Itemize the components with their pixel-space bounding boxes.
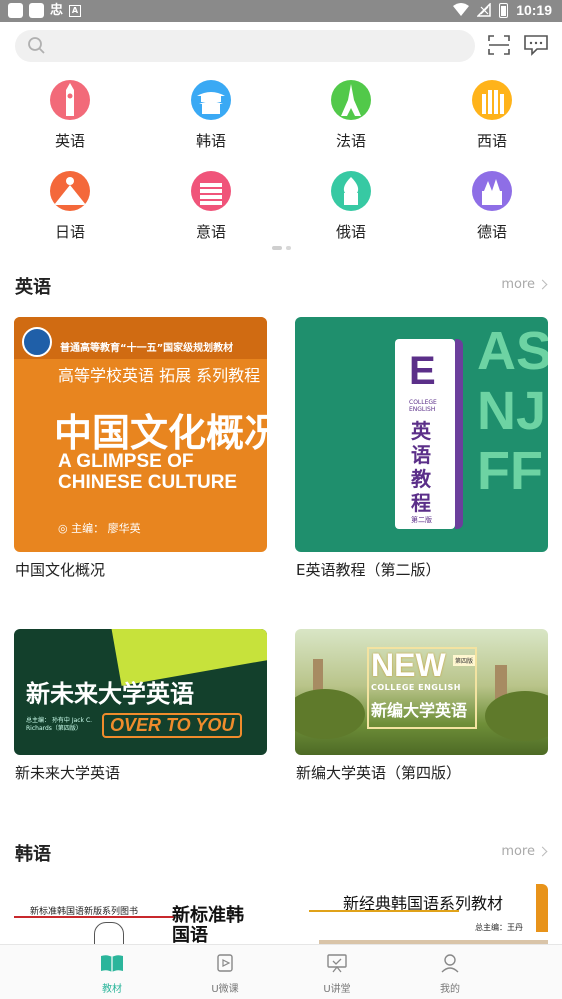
- more-link[interactable]: more: [501, 844, 548, 859]
- colosseum-icon: [191, 171, 231, 211]
- cover-text: 高等学校英语 拓展 系列教程: [58, 366, 261, 385]
- cover-text: COLLEGE ENGLISH: [371, 683, 461, 692]
- language-item-english[interactable]: 英语: [30, 80, 110, 151]
- book-title[interactable]: E英语教程（第二版）: [296, 559, 440, 580]
- book-title[interactable]: 新未来大学英语: [15, 762, 120, 783]
- mount-fuji-icon: [50, 171, 90, 211]
- language-item-russian[interactable]: 俄语: [311, 171, 391, 242]
- language-item-spanish[interactable]: 西语: [452, 80, 532, 151]
- page-dot: [286, 246, 291, 250]
- language-label: 德语: [476, 223, 507, 241]
- cover-title: 英语教程: [411, 419, 431, 515]
- cover-text: 普通高等教育“十一五”国家级规划教材: [60, 343, 234, 354]
- cover-author: 总主编：王丹: [475, 923, 523, 932]
- cover-illustration: [295, 689, 365, 739]
- language-item-french[interactable]: 法语: [311, 80, 391, 151]
- page-dot: [272, 246, 282, 250]
- cover-edition: 第四版: [453, 655, 476, 666]
- clock: 10:19: [516, 2, 552, 18]
- tab-label: U讲堂: [323, 984, 351, 995]
- big-ben-icon: [50, 80, 90, 120]
- onion-dome-icon: [331, 171, 371, 211]
- language-item-german[interactable]: 德语: [452, 171, 532, 242]
- tab-label: U微课: [211, 984, 239, 995]
- search-icon: [28, 37, 45, 54]
- book-cover[interactable]: 新未来大学英语 总主编： 孙有中 Jack C. Richards（第四版） O…: [14, 629, 267, 755]
- lecture-icon: [327, 954, 347, 973]
- language-label: 西语: [476, 132, 507, 150]
- cover-illustration: [485, 691, 548, 741]
- language-label: 俄语: [335, 223, 366, 241]
- language-item-korean[interactable]: 韩语: [171, 80, 251, 151]
- eiffel-tower-icon: [331, 80, 371, 120]
- section-title: 英语: [15, 277, 51, 298]
- profile-icon: [441, 954, 459, 973]
- cover-title: 新未来大学英语: [26, 680, 194, 708]
- cover-author: ◎ 主编： 廖华英: [58, 522, 141, 535]
- cover-stripe: [455, 339, 463, 529]
- cover-text: A GLIMPSE OF: [58, 451, 194, 472]
- page-indicator: [272, 246, 291, 250]
- cover-title: 中国文化概况: [54, 411, 267, 455]
- section-title: 韩语: [15, 844, 51, 865]
- status-bar: 忠 A 10:19: [0, 0, 562, 22]
- scan-icon[interactable]: [487, 34, 511, 56]
- book-title[interactable]: 中国文化概况: [15, 559, 105, 580]
- status-glyph: 忠: [50, 3, 64, 18]
- tab-profile[interactable]: 我的: [410, 953, 490, 995]
- tab-label: 我的: [440, 984, 460, 995]
- status-badge: A: [69, 4, 82, 17]
- cover-panel: E COLLEGE ENGLISH 英语教程 第二版: [395, 339, 463, 529]
- wifi-icon: [453, 3, 470, 16]
- palace-icon: [191, 80, 231, 120]
- tab-textbooks[interactable]: 教材: [72, 953, 152, 995]
- language-label: 意语: [195, 223, 226, 241]
- language-label: 法语: [335, 132, 366, 150]
- cover-text: 总主编： 孙有中 Jack C. Richards（第四版）: [26, 717, 93, 732]
- cover-letter: E: [409, 349, 436, 393]
- cover-title: 新标准韩国语: [172, 905, 244, 946]
- cover-edition: 第二版: [411, 516, 432, 524]
- cover-text: AS NJ FF: [477, 321, 548, 501]
- book-cover[interactable]: 普通高等教育“十一五”国家级规划教材 高等学校英语 拓展 系列教程 中国文化概况…: [14, 317, 267, 552]
- cover-stripe: [536, 884, 548, 932]
- message-icon[interactable]: [523, 34, 549, 56]
- cathedral-icon: [472, 80, 512, 120]
- book-icon: [101, 955, 123, 972]
- book-title[interactable]: 新编大学英语（第四版）: [296, 762, 461, 783]
- chevron-right-icon: [537, 846, 548, 857]
- language-label: 英语: [54, 132, 85, 150]
- chevron-right-icon: [537, 279, 548, 290]
- cover-text: OVER TO YOU: [102, 713, 243, 738]
- tab-lectures[interactable]: U讲堂: [297, 953, 377, 995]
- cover-rule: [309, 910, 459, 912]
- cover-text: COLLEGE ENGLISH: [409, 399, 437, 413]
- cover-text: 新编大学英语: [371, 701, 468, 720]
- notification-icon: [8, 3, 23, 18]
- bottom-nav: 教材 U微课 U讲堂 我的: [0, 944, 562, 999]
- more-link[interactable]: more: [501, 277, 548, 292]
- video-icon: [217, 954, 233, 972]
- castle-icon: [472, 171, 512, 211]
- cover-rule: [14, 916, 174, 918]
- publisher-logo: [22, 327, 52, 357]
- book-cover[interactable]: NEW 第四版 COLLEGE ENGLISH 新编大学英语: [295, 629, 548, 755]
- tab-label: 教材: [102, 984, 122, 995]
- battery-icon: [499, 2, 509, 18]
- language-label: 韩语: [195, 132, 226, 150]
- language-label: 日语: [54, 223, 85, 241]
- notification-icon: [29, 3, 44, 18]
- tab-micro-lessons[interactable]: U微课: [185, 953, 265, 995]
- book-cover[interactable]: AS NJ FF E COLLEGE ENGLISH 英语教程 第二版: [295, 317, 548, 552]
- language-item-italian[interactable]: 意语: [171, 171, 251, 242]
- language-item-japanese[interactable]: 日语: [30, 171, 110, 242]
- cover-text: CHINESE CULTURE: [58, 472, 238, 493]
- no-signal-icon: [477, 3, 491, 17]
- cover-title: NEW: [371, 647, 446, 683]
- more-label: more: [501, 277, 535, 292]
- search-input[interactable]: [15, 30, 475, 62]
- more-label: more: [501, 844, 535, 859]
